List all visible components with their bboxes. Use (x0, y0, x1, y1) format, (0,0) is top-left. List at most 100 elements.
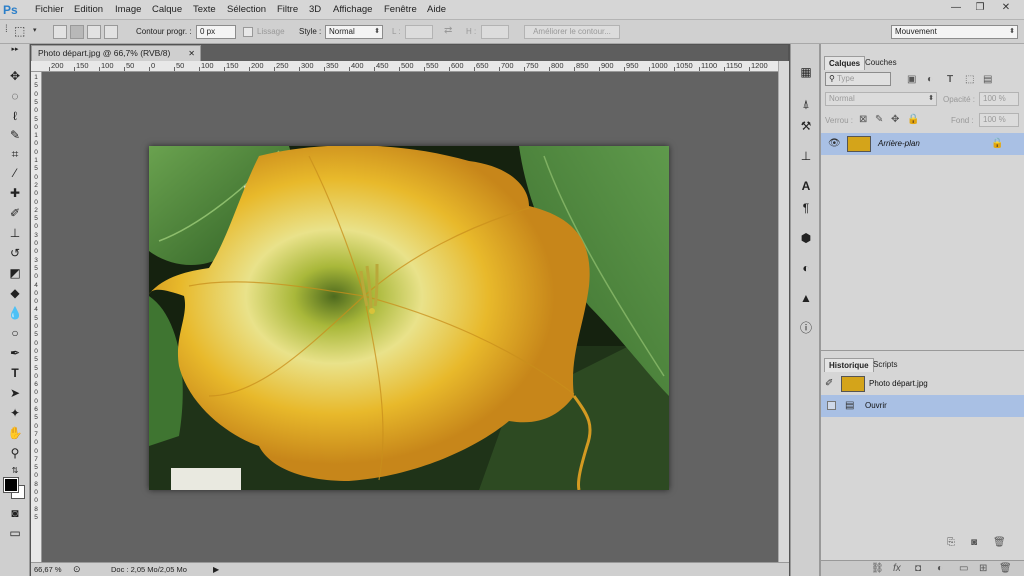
lasso-tool-icon[interactable]: ℓ (5, 108, 25, 124)
hand-tool-icon[interactable]: ✋ (5, 425, 25, 441)
group-folder-icon[interactable]: ▭ (959, 563, 968, 574)
filter-smart-icon[interactable]: ▤ (983, 74, 992, 85)
preset-dropdown-icon[interactable]: ▾ (33, 26, 37, 34)
new-selection-button[interactable] (53, 25, 67, 39)
screen-mode-icon[interactable]: ▭ (5, 525, 25, 541)
lock-pixels-icon[interactable]: ✎ (875, 114, 883, 125)
opacity-input[interactable]: 100 % (979, 92, 1019, 106)
brush-tool-icon[interactable]: ✐ (5, 205, 25, 221)
menu-texte[interactable]: Texte (193, 4, 216, 15)
tab-channels[interactable]: Couches (861, 56, 901, 70)
crop-tool-icon[interactable]: ⌗ (5, 146, 25, 162)
character-icon[interactable]: A (798, 178, 814, 194)
dodge-tool-icon[interactable]: ○ (5, 325, 25, 341)
pen-tool-icon[interactable]: ✒ (5, 345, 25, 361)
menu-image[interactable]: Image (115, 4, 141, 15)
3d-icon[interactable]: ⬢ (798, 230, 814, 246)
blend-mode-select[interactable]: Normal ⬍ (825, 92, 937, 106)
link-layers-icon[interactable]: ⛓ (871, 563, 884, 574)
adjustment-layer-icon[interactable]: ◐ (937, 563, 943, 574)
style-select[interactable]: Normal ⬍ (325, 25, 383, 39)
history-source-checkbox[interactable] (827, 401, 836, 410)
menu-selection[interactable]: Sélection (227, 4, 266, 15)
tab-layers[interactable]: Calques (824, 56, 866, 70)
clone-stamp-icon[interactable]: ⊥ (5, 225, 25, 241)
lock-position-icon[interactable]: ✥ (891, 114, 899, 125)
filter-pixel-icon[interactable]: ▣ (907, 74, 916, 85)
new-document-from-state-icon[interactable]: ⎘ (947, 537, 955, 548)
tab-scripts[interactable]: Scripts (869, 358, 901, 372)
healing-brush-icon[interactable]: ✚ (5, 185, 25, 201)
close-button[interactable]: ✕ (994, 1, 1018, 15)
tool-presets-icon[interactable]: ⚒ (798, 118, 814, 134)
quick-select-icon[interactable]: ✎ (5, 127, 25, 143)
marquee-tool-icon[interactable]: ⬚ (14, 24, 25, 38)
paragraph-icon[interactable]: ¶ (798, 200, 814, 216)
filter-shape-icon[interactable]: ⬚ (965, 74, 974, 85)
lock-all-icon[interactable]: 🔒 (907, 114, 919, 125)
panel-collapse-icon[interactable]: ▸▸ (5, 46, 25, 54)
document-image[interactable] (149, 146, 669, 490)
layer-row-background[interactable]: 👁 Arrière-plan 🔒 (821, 133, 1024, 155)
add-selection-button[interactable] (70, 25, 84, 39)
shape-tool-icon[interactable]: ✦ (5, 405, 25, 421)
menu-fichier[interactable]: Fichier (35, 4, 64, 15)
menu-edition[interactable]: Edition (74, 4, 103, 15)
zoom-level[interactable]: 66,67 % (34, 565, 62, 574)
move-tool-icon[interactable]: ✥ (5, 68, 25, 84)
tab-history[interactable]: Historique (824, 358, 874, 372)
width-input[interactable] (405, 25, 433, 39)
foreground-color-swatch[interactable] (3, 477, 19, 493)
layer-style-icon[interactable]: fx (893, 563, 901, 574)
history-icon[interactable]: ▦ (798, 64, 814, 80)
layer-mask-icon[interactable]: ◘ (915, 563, 921, 574)
swap-icon[interactable]: ⇄ (444, 25, 452, 36)
path-select-icon[interactable]: ➤ (5, 385, 25, 401)
menu-3d[interactable]: 3D (309, 4, 321, 15)
adjustments-icon[interactable]: ◐ (798, 260, 814, 276)
workspace-select[interactable]: Mouvement ⬍ (891, 25, 1018, 39)
vertical-scrollbar[interactable] (778, 61, 789, 562)
history-snapshot[interactable]: ✐ Photo départ.jpg (821, 373, 1024, 395)
quick-mask-icon[interactable]: ◙ (5, 505, 25, 521)
history-brush-source-icon[interactable]: ✐ (825, 378, 833, 389)
info-icon[interactable]: ⓘ (798, 320, 814, 336)
new-layer-icon[interactable]: ⊞ (979, 563, 987, 574)
swap-colors-icon[interactable]: ⇅ (5, 463, 25, 479)
layer-filter-select[interactable]: ⚲ Type (825, 72, 891, 86)
history-brush-icon[interactable]: ↺ (5, 245, 25, 261)
minimize-button[interactable]: — (944, 1, 968, 15)
menu-filtre[interactable]: Filtre (277, 4, 298, 15)
brush-presets-icon[interactable]: ⍋ (798, 96, 814, 112)
histogram-icon[interactable]: ▲ (798, 290, 814, 306)
trash-icon[interactable]: 🗑 (993, 537, 1006, 548)
layer-name[interactable]: Arrière-plan (878, 139, 920, 148)
menu-aide[interactable]: Aide (427, 4, 446, 15)
height-input[interactable] (481, 25, 509, 39)
restore-button[interactable]: ❐ (968, 1, 992, 15)
menu-affichage[interactable]: Affichage (333, 4, 372, 15)
status-menu-arrow-icon[interactable]: ▶ (213, 565, 219, 574)
clone-source-icon[interactable]: ⊥ (798, 148, 814, 164)
eye-icon[interactable]: 👁 (828, 138, 841, 149)
filter-type-icon[interactable]: T (947, 74, 953, 85)
menu-fenetre[interactable]: Fenêtre (384, 4, 417, 15)
intersect-selection-button[interactable] (104, 25, 118, 39)
eyedropper-icon[interactable]: ⁄ (5, 165, 25, 181)
antialias-checkbox[interactable] (243, 27, 253, 37)
menu-calque[interactable]: Calque (152, 4, 182, 15)
ellipse-marquee-icon[interactable]: ◌ (5, 88, 25, 104)
subtract-selection-button[interactable] (87, 25, 101, 39)
history-step[interactable]: ▤ Ouvrir (821, 395, 1024, 417)
close-tab-icon[interactable]: ✕ (188, 46, 195, 61)
delete-layer-icon[interactable]: 🗑 (999, 563, 1012, 574)
blur-tool-icon[interactable]: 💧 (5, 305, 25, 321)
eraser-tool-icon[interactable]: ◩ (5, 265, 25, 281)
status-icon[interactable]: ⊙ (73, 564, 81, 575)
refine-edge-button[interactable]: Améliorer le contour... (524, 25, 620, 39)
zoom-tool-icon[interactable]: ⚲ (5, 445, 25, 461)
fill-input[interactable]: 100 % (979, 113, 1019, 127)
filter-adjust-icon[interactable]: ◐ (927, 74, 933, 85)
feather-input[interactable]: 0 px (196, 25, 236, 39)
snapshot-camera-icon[interactable]: ◙ (971, 537, 977, 548)
